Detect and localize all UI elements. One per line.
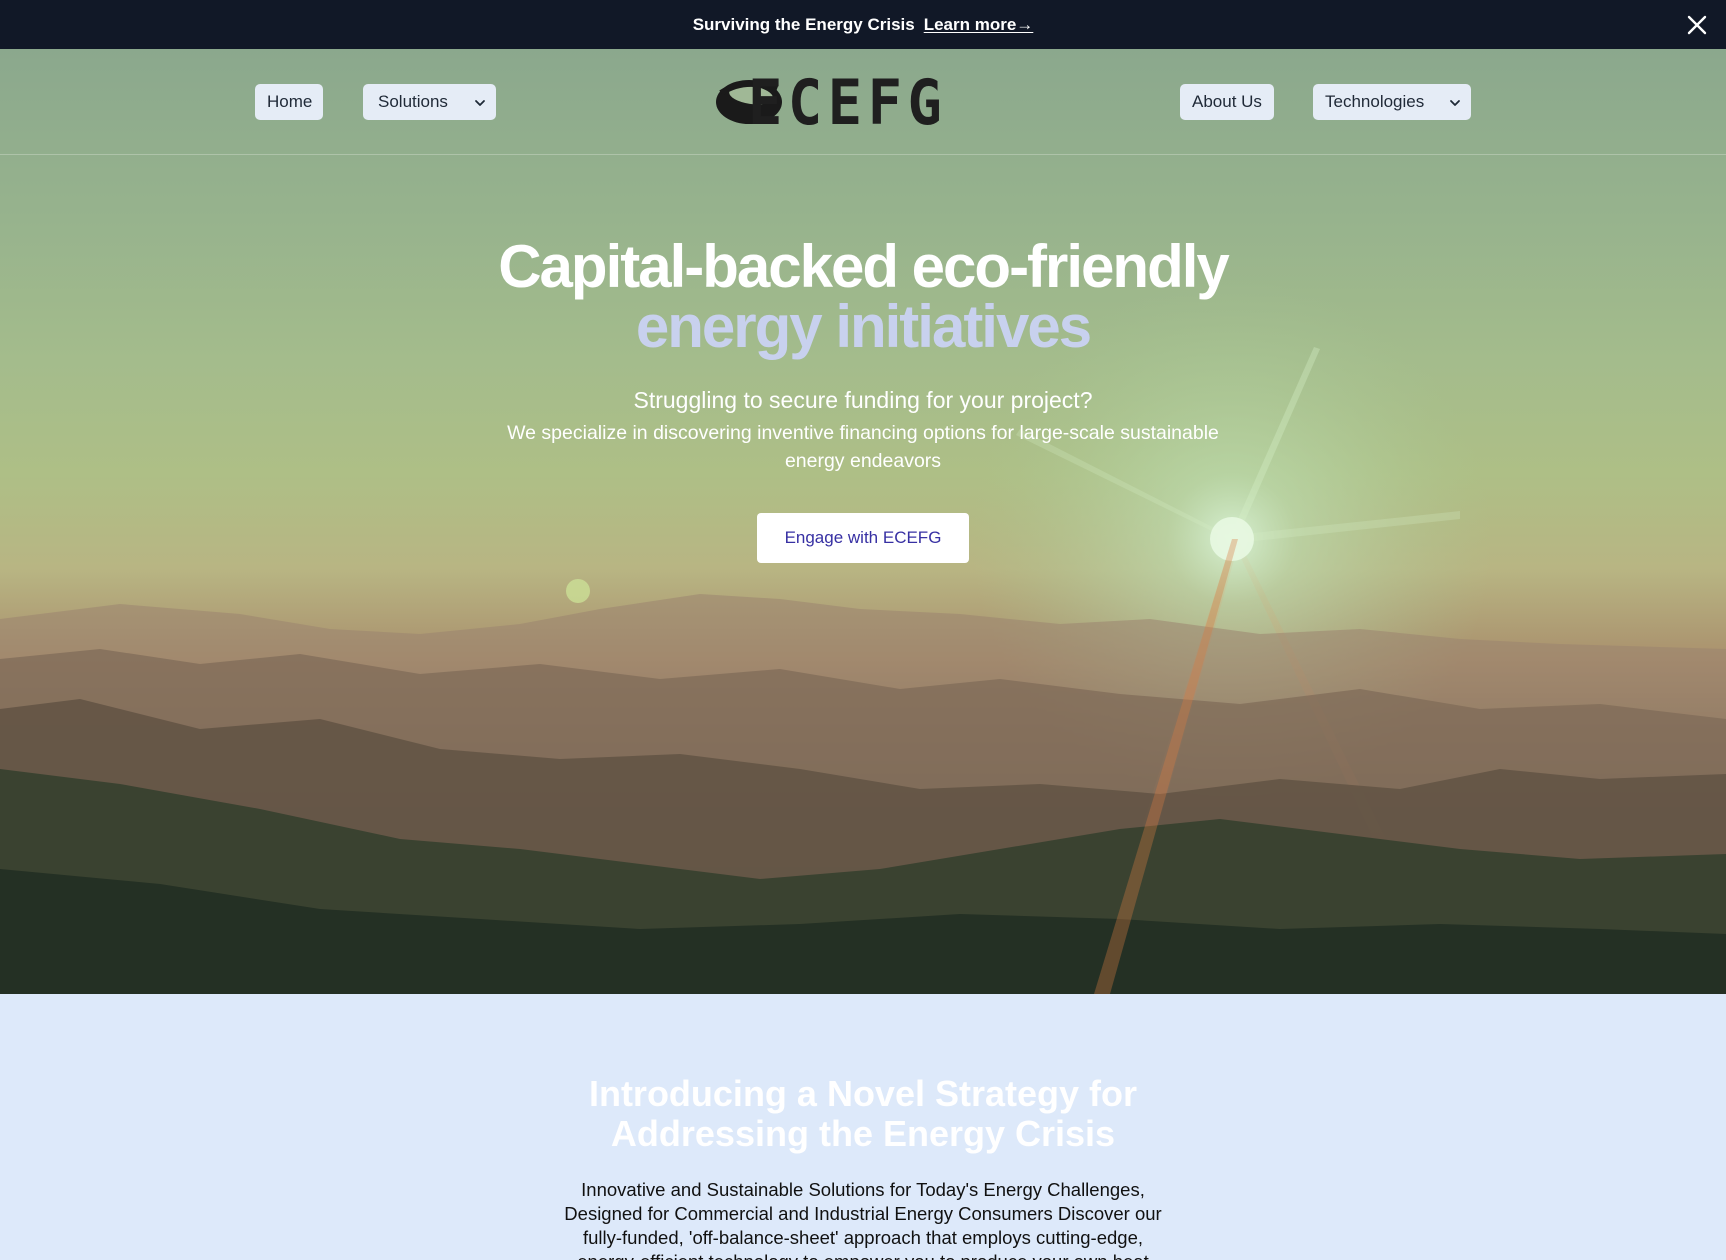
close-icon[interactable] [1684, 12, 1710, 38]
nav-about-button[interactable]: About Us [1180, 84, 1274, 120]
nav-solutions-dropdown[interactable]: Solutions [363, 84, 496, 120]
hero-title-line1: Capital-backed eco-friendly [498, 233, 1230, 300]
nav-home-label: Home [267, 92, 313, 111]
chevron-down-icon [473, 95, 487, 109]
logo-wordmark: ECEFG [748, 65, 948, 139]
announcement-bar: Surviving the Energy Crisis Learn more→ [0, 0, 1726, 49]
nav-technologies-label: Technologies [1325, 92, 1425, 111]
nav-about-label: About Us [1192, 92, 1262, 111]
learn-more-link[interactable]: Learn more→ [924, 15, 1034, 35]
chevron-down-icon [1448, 95, 1462, 109]
intro-heading: Introducing a Novel Strategy for Address… [588, 1073, 1138, 1154]
announcement-text: Surviving the Energy Crisis [692, 14, 915, 34]
engage-button[interactable]: Engage with ECEFG [757, 513, 969, 563]
hero-title-line2: energy initiatives [635, 293, 1092, 360]
nav-technologies-dropdown[interactable]: Technologies [1313, 84, 1471, 120]
hero-section: Home Solutions ECEFG About Us Technologi… [0, 49, 1726, 994]
intro-body: Innovative and Sustainable Solutions for… [564, 1179, 1162, 1260]
intro-section: Introducing a Novel Strategy for Address… [0, 994, 1726, 1260]
hero-description: We specialize in discovering inventive f… [507, 422, 1219, 472]
main-navigation: Home Solutions ECEFG About Us Technologi… [0, 49, 1726, 155]
hero-subtitle: Struggling to secure funding for your pr… [633, 387, 1093, 413]
hero-title: Capital-backed eco-friendly energy initi… [363, 237, 1363, 357]
ecefg-logo[interactable]: ECEFG [713, 66, 965, 139]
nav-home-button[interactable]: Home [255, 84, 323, 120]
nav-solutions-label: Solutions [378, 92, 448, 111]
